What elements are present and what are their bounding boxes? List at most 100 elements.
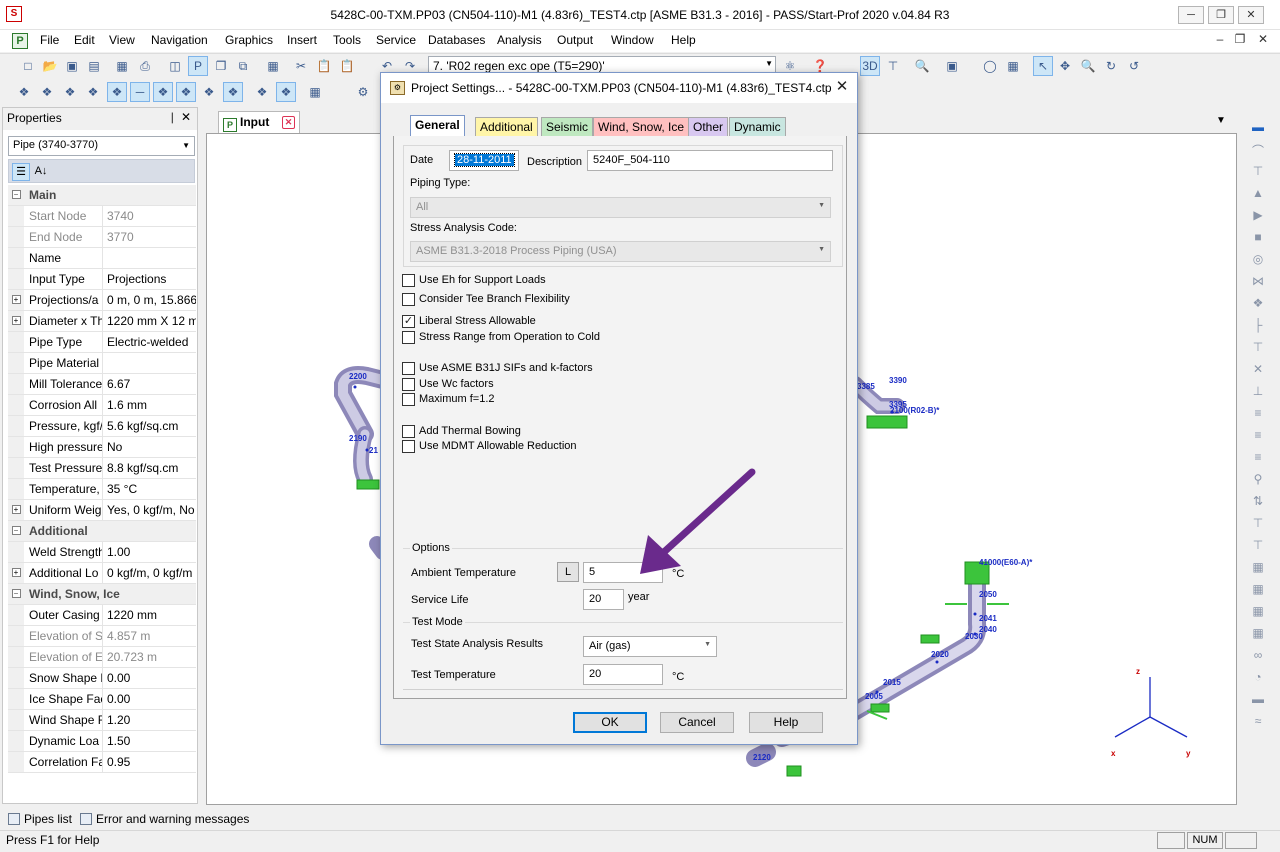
property-value[interactable]: No — [104, 437, 196, 457]
close-panel-icon[interactable]: ✕ — [181, 110, 191, 124]
branch-icon[interactable]: ├ — [1248, 318, 1268, 336]
expand-icon[interactable]: + — [8, 500, 24, 520]
collapse-icon[interactable]: − — [8, 521, 24, 541]
property-row[interactable]: Corrosion All 1.6 mm — [8, 395, 196, 416]
insert-node2-icon[interactable]: ❖ — [37, 82, 57, 102]
menu-output[interactable]: Output — [557, 33, 593, 47]
expand-icon[interactable]: + — [8, 563, 24, 583]
zoom-icon[interactable]: 🔍 — [1078, 56, 1098, 76]
node-label[interactable]: 3390 — [889, 376, 907, 385]
print-icon[interactable]: ⎙ — [135, 56, 155, 76]
menu-edit[interactable]: Edit — [74, 33, 95, 47]
insert-node-icon[interactable]: ❖ — [14, 82, 34, 102]
checkbox-label[interactable]: Consider Tee Branch Flexibility — [419, 293, 570, 305]
flange-icon[interactable]: ❖ — [276, 82, 296, 102]
ambient-temperature-field[interactable]: 5 — [583, 562, 663, 583]
filter-icon[interactable]: ▦ — [1248, 604, 1268, 622]
property-row[interactable]: + Projections/a 0 m, 0 m, 15.866 — [8, 290, 196, 311]
property-value[interactable]: 1220 mm X 12 m — [104, 311, 196, 331]
anchor-icon[interactable]: ❖ — [153, 82, 173, 102]
property-value[interactable]: 0 m, 0 m, 15.866 — [104, 290, 196, 310]
tab-dynamic[interactable]: Dynamic — [729, 117, 786, 137]
property-row[interactable]: Pipe Type Electric-welded — [8, 332, 196, 353]
new-file-icon[interactable]: □ — [18, 56, 38, 76]
spring-icon[interactable]: ❖ — [223, 82, 243, 102]
property-row[interactable]: Pressure, kgf/5.6 kgf/sq.cm — [8, 416, 196, 437]
property-row[interactable]: + Uniform Weig Yes, 0 kgf/m, No — [8, 500, 196, 521]
checkbox-label[interactable]: Stress Range from Operation to Cold — [419, 331, 600, 343]
input-mode-icon[interactable]: P — [188, 56, 208, 76]
stop-icon[interactable]: ≡ — [1248, 428, 1268, 446]
flange-tool-icon[interactable]: ■ — [1248, 230, 1268, 248]
property-row[interactable]: Start Node 3740 — [8, 206, 196, 227]
ok-button[interactable]: OK — [573, 712, 647, 733]
link-icon[interactable]: ∞ — [1248, 648, 1268, 666]
property-value[interactable]: 1.20 — [104, 710, 196, 730]
open-folder-icon[interactable]: 📂 — [40, 56, 60, 76]
checkbox[interactable] — [402, 440, 415, 453]
node-label[interactable]: 2005 — [865, 692, 883, 701]
mdi-restore-icon[interactable]: ❐ — [1232, 32, 1248, 48]
close-tab-icon[interactable]: ✕ — [282, 116, 295, 129]
tab-wind-snow-ice[interactable]: Wind, Snow, Ice — [593, 117, 690, 137]
tab-pipes-list[interactable]: Pipes list — [8, 812, 72, 826]
node-label[interactable]: 2020 — [931, 650, 949, 659]
gauge-icon[interactable]: ◔ — [1248, 670, 1268, 688]
property-value[interactable]: 3770 — [104, 227, 196, 247]
expansion-joint-icon[interactable]: ⋈ — [1248, 274, 1268, 292]
damper-icon[interactable]: ⊤ — [1248, 538, 1268, 556]
bellow-icon[interactable]: ❖ — [1248, 296, 1268, 314]
tab-input[interactable]: P Input ✕ — [218, 111, 300, 133]
date-field[interactable]: 28-11-2011 — [449, 150, 519, 171]
menu-graphics[interactable]: Graphics — [225, 33, 273, 47]
bend-tool-icon[interactable]: ⌒ — [1248, 142, 1268, 160]
cut-icon[interactable]: ✂ — [291, 56, 311, 76]
node-label[interactable]: 2041 — [979, 614, 997, 623]
alphabetical-sort-icon[interactable]: A↓ — [32, 163, 50, 181]
mdi-close-icon[interactable]: ✕ — [1255, 32, 1271, 48]
property-row[interactable]: Mill Tolerance 6.67 — [8, 374, 196, 395]
collapse-icon[interactable]: − — [8, 185, 24, 205]
cross-icon[interactable]: ⊤ — [1248, 340, 1268, 358]
property-row[interactable]: Wind Shape F 1.20 — [8, 710, 196, 731]
insert-node3-icon[interactable]: ❖ — [60, 82, 80, 102]
checkbox-label[interactable]: Maximum f=1.2 — [419, 393, 495, 405]
checkbox[interactable] — [402, 331, 415, 344]
property-value[interactable]: 0.00 — [104, 689, 196, 709]
menu-help[interactable]: Help — [671, 33, 696, 47]
property-value[interactable]: 4.857 m — [104, 626, 196, 646]
node-label[interactable]: 2030 — [965, 632, 983, 641]
nozzle-tool-icon[interactable]: ◎ — [1248, 252, 1268, 270]
node-label[interactable]: 2100(R02-B)* — [890, 406, 939, 415]
checkbox[interactable] — [402, 274, 415, 287]
zoom-extents-icon[interactable]: ▦ — [1003, 56, 1023, 76]
property-row[interactable]: Test Pressure, 8.8 kgf/sq.cm — [8, 458, 196, 479]
paste-icon[interactable]: 📋 — [314, 56, 334, 76]
property-value[interactable]: Yes, 0 kgf/m, No — [104, 500, 196, 520]
restraint-icon[interactable]: ✕ — [1248, 362, 1268, 380]
property-row[interactable]: + Diameter x Th 1220 mm X 12 m — [8, 311, 196, 332]
property-row[interactable]: Ice Shape Fac 0.00 — [8, 689, 196, 710]
save-icon[interactable]: ▣ — [62, 56, 82, 76]
snubber-icon[interactable]: ⇅ — [1248, 494, 1268, 512]
dimension-icon[interactable]: ⊤ — [883, 56, 903, 76]
find-icon[interactable]: 🔍 — [912, 56, 932, 76]
menu-tools[interactable]: Tools — [333, 33, 361, 47]
checkbox-label[interactable]: Use Wc factors — [419, 378, 494, 390]
save-as-icon[interactable]: ▤ — [84, 56, 104, 76]
property-row[interactable]: High pressure No — [8, 437, 196, 458]
menu-view[interactable]: View — [109, 33, 135, 47]
menu-file[interactable]: File — [40, 33, 59, 47]
menu-service[interactable]: Service — [376, 33, 416, 47]
checkbox[interactable]: ✓ — [402, 315, 415, 328]
tab-additional[interactable]: Additional — [475, 117, 538, 137]
node-label[interactable]: 21 — [369, 446, 378, 455]
paste-special-icon[interactable]: 📋 — [337, 56, 357, 76]
pin-icon[interactable]: ∣ — [170, 111, 176, 124]
property-value[interactable]: 0.95 — [104, 752, 196, 772]
node-label[interactable]: 2015 — [883, 678, 901, 687]
collapse-icon[interactable]: − — [8, 584, 24, 604]
bend-icon[interactable]: ❖ — [252, 82, 272, 102]
zoom-window-icon[interactable]: ◯ — [980, 56, 1000, 76]
property-category[interactable]: − Wind, Snow, Ice — [8, 584, 196, 605]
